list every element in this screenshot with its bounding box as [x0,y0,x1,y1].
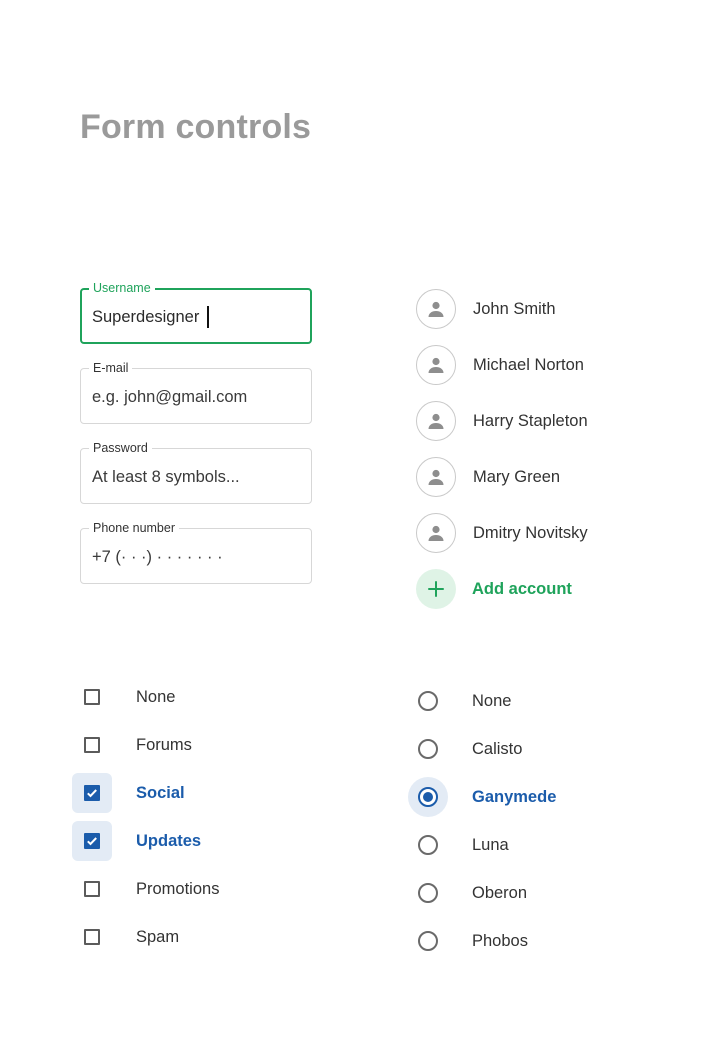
phone-field[interactable]: Phone number [80,521,312,584]
username-field[interactable]: Username [80,281,312,344]
username-input[interactable] [92,306,300,328]
radio-label: Oberon [472,883,528,902]
account-item[interactable]: Harry Stapleton [416,401,696,441]
checkbox-hit-area [72,677,112,717]
password-label: Password [89,441,152,455]
radio-label: Luna [472,835,509,854]
checkbox-box[interactable] [84,929,100,945]
radio-none[interactable]: None [408,681,668,721]
user-icon [416,401,456,441]
user-icon [416,289,456,329]
password-field[interactable]: Password [80,441,312,504]
email-field[interactable]: E-mail [80,361,312,424]
radio-ganymede[interactable]: Ganymede [408,777,668,817]
checkbox-hit-area [72,869,112,909]
radio-dot [423,792,433,802]
text-caret [207,306,209,328]
radio-label: Phobos [472,931,528,950]
add-account-button[interactable]: Add account [416,569,696,609]
checkbox-box[interactable] [84,881,100,897]
account-name: Michael Norton [473,355,584,374]
radio-circle[interactable] [418,739,438,759]
checkbox-hit-area [72,725,112,765]
radio-hit-area [408,873,448,913]
checkbox-label: Promotions [136,879,220,898]
email-input[interactable] [92,386,301,408]
checkbox-label: None [136,687,176,706]
user-icon [416,345,456,385]
radio-luna[interactable]: Luna [408,825,668,865]
account-item[interactable]: Michael Norton [416,345,696,385]
radio-circle[interactable] [418,931,438,951]
radio-hit-area [408,729,448,769]
radio-phobos[interactable]: Phobos [408,921,668,961]
checkbox-box[interactable] [84,785,100,801]
account-name: Dmitry Novitsky [473,523,588,542]
checkbox-promotions[interactable]: Promotions [72,869,332,909]
checkbox-box[interactable] [84,833,100,849]
checkbox-hit-area [72,773,112,813]
plus-icon [416,569,456,609]
radio-label: Ganymede [472,787,557,806]
account-name: Harry Stapleton [473,411,588,430]
user-icon [416,513,456,553]
radio-circle[interactable] [418,835,438,855]
radio-hit-area [408,681,448,721]
checkbox-label: Social [136,783,185,802]
checkbox-forums[interactable]: Forums [72,725,332,765]
radio-circle[interactable] [418,883,438,903]
radio-circle[interactable] [418,691,438,711]
radio-hit-area [408,921,448,961]
password-input[interactable] [92,466,301,488]
radio-hit-area [408,777,448,817]
account-name: Mary Green [473,467,561,486]
checkbox-hit-area [72,821,112,861]
account-item[interactable]: John Smith [416,289,696,329]
checkbox-box[interactable] [84,689,100,705]
checkbox-hit-area [72,917,112,957]
checkmark-icon [87,789,97,798]
checkbox-label: Forums [136,735,192,754]
radio-oberon[interactable]: Oberon [408,873,668,913]
checkbox-box[interactable] [84,737,100,753]
username-label: Username [89,281,155,295]
user-icon [416,457,456,497]
account-name: John Smith [473,299,556,318]
account-item[interactable]: Mary Green [416,457,696,497]
radio-label: None [472,691,512,710]
checkbox-none[interactable]: None [72,677,332,717]
checkmark-icon [87,837,97,846]
add-account-label: Add account [472,579,572,598]
phone-input[interactable] [92,546,301,568]
radio-label: Calisto [472,739,523,758]
account-item[interactable]: Dmitry Novitsky [416,513,696,553]
radio-circle[interactable] [418,787,438,807]
radio-hit-area [408,825,448,865]
checkbox-social[interactable]: Social [72,773,332,813]
checkbox-label: Spam [136,927,180,946]
checkbox-updates[interactable]: Updates [72,821,332,861]
checkbox-label: Updates [136,831,202,850]
checkbox-spam[interactable]: Spam [72,917,332,957]
page-title: Form controls [80,108,312,146]
email-label: E-mail [89,361,133,375]
phone-label: Phone number [89,521,180,535]
radio-calisto[interactable]: Calisto [408,729,668,769]
